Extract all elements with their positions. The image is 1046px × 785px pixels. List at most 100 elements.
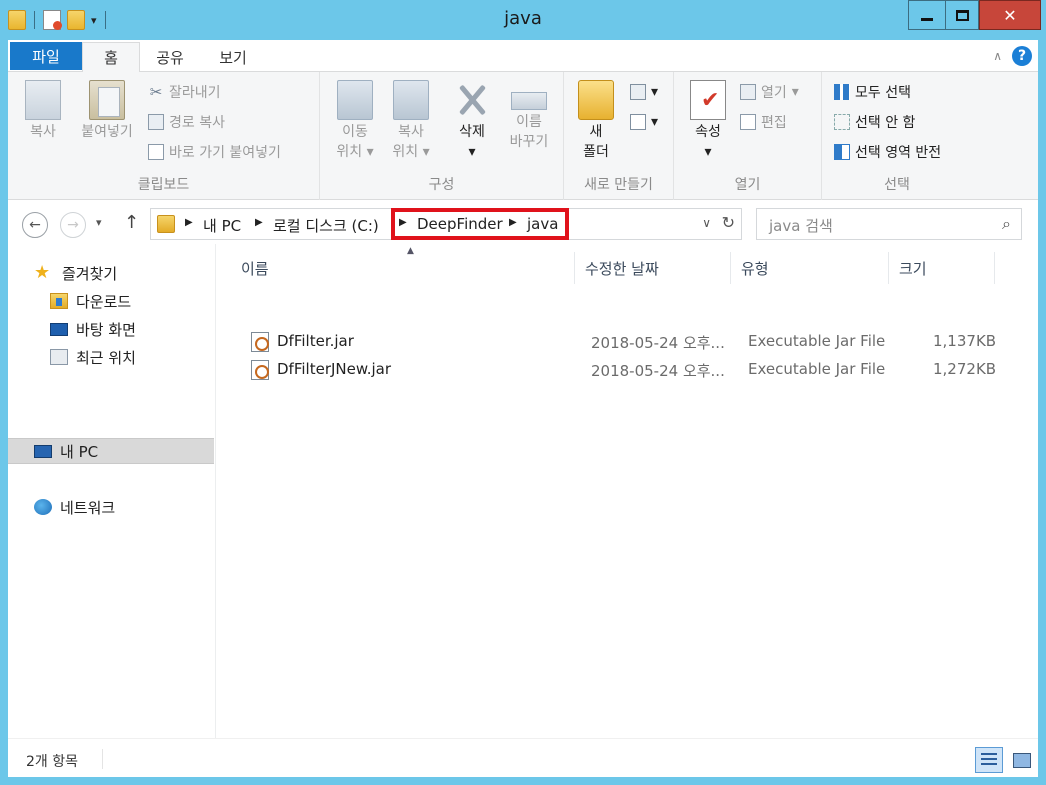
recent-locations-dropdown-icon[interactable]: ▾ — [96, 216, 102, 229]
open-icon — [740, 84, 756, 100]
nav-item-label: 다운로드 — [76, 292, 132, 311]
delete-icon — [454, 80, 490, 120]
breadcrumb-local-disk[interactable]: 로컬 디스크 (C:) — [273, 215, 379, 236]
tab-file[interactable]: 파일 — [10, 42, 82, 70]
select-none-label: 선택 안 함 — [855, 115, 916, 131]
breadcrumb-this-pc[interactable]: 내 PC — [203, 215, 241, 236]
help-icon[interactable]: ? — [1012, 46, 1032, 66]
easy-access-button[interactable]: ▾ — [630, 114, 658, 130]
copy-button[interactable]: 복사 — [22, 80, 64, 142]
nav-item-favorites[interactable]: ★ 즐겨찾기 — [8, 260, 214, 286]
file-size: 1,272KB — [933, 360, 997, 378]
file-date: 2018-05-24 오후... — [591, 362, 725, 380]
file-date: 2018-05-24 오후... — [591, 334, 725, 352]
open-button[interactable]: 열기 ▾ — [740, 82, 799, 102]
status-separator — [102, 749, 103, 769]
cut-button[interactable]: ✂ 잘라내기 — [148, 82, 221, 102]
nav-item-downloads[interactable]: 다운로드 — [8, 288, 214, 314]
select-none-button[interactable]: 선택 안 함 — [834, 112, 915, 132]
column-header-size[interactable]: 크기 — [889, 252, 995, 284]
copy-to-label-2: 위치 ▾ — [392, 144, 430, 160]
copy-to-label: 복사 — [398, 124, 424, 140]
address-bar[interactable]: ▶ 내 PC ▶ 로컬 디스크 (C:) ▶ DeepFinder ▶ java… — [150, 208, 742, 240]
select-group: 모두 선택 선택 안 함 선택 영역 반전 선택 — [822, 72, 972, 200]
forward-arrow-icon: → — [67, 217, 79, 233]
cut-label: 잘라내기 — [169, 85, 221, 101]
column-header-name[interactable]: 이름 — [231, 252, 575, 284]
select-all-button[interactable]: 모두 선택 — [834, 82, 911, 102]
new-folder-button[interactable]: 새 폴더 — [576, 80, 616, 162]
edit-button[interactable]: 편집 — [740, 112, 787, 132]
invert-selection-icon — [834, 144, 850, 160]
scissors-icon: ✂ — [149, 83, 163, 101]
nav-item-label: 바탕 화면 — [76, 320, 136, 339]
organize-group: 이동 위치 ▾ 복사 위치 ▾ 삭제 ▾ 이름 바꾸기 구성 — [320, 72, 564, 200]
close-button[interactable]: ✕ — [979, 0, 1041, 30]
properties-button[interactable]: 속성 ▾ — [686, 80, 730, 162]
column-header-type[interactable]: 유형 — [731, 252, 889, 284]
paste-shortcut-button[interactable]: 바로 가기 붙여넣기 — [148, 142, 281, 162]
copy-to-icon — [393, 80, 429, 120]
highlight-annotation-box — [391, 208, 569, 240]
collapse-ribbon-icon[interactable]: ∧ — [993, 49, 1002, 63]
breadcrumb-arrow-icon[interactable]: ▶ — [185, 217, 193, 228]
file-row[interactable]: DfFilter.jar 2018-05-24 오후... Executable… — [239, 328, 1009, 356]
organize-group-label: 구성 — [428, 177, 455, 193]
breadcrumb-arrow-icon[interactable]: ▶ — [255, 217, 263, 228]
search-icon[interactable]: ⌕ — [1002, 214, 1011, 234]
refresh-icon[interactable]: ↻ — [722, 213, 735, 232]
new-item-button[interactable]: ▾ — [630, 84, 658, 100]
tab-share[interactable]: 공유 — [142, 42, 198, 72]
forward-button[interactable]: → — [60, 212, 86, 238]
address-dropdown-icon[interactable]: ∨ — [702, 216, 711, 230]
maximize-button[interactable] — [945, 0, 979, 30]
invert-selection-button[interactable]: 선택 영역 반전 — [834, 142, 941, 162]
copy-path-icon — [148, 114, 164, 130]
file-list: ▲ 이름 수정한 날짜 유형 크기 DfFilter.jar 2018-05-2… — [217, 244, 1038, 738]
large-icons-view-button[interactable] — [1007, 747, 1035, 773]
column-header-date[interactable]: 수정한 날짜 — [575, 252, 731, 284]
open-label: 열기 — [761, 85, 787, 101]
delete-dropdown-icon: ▾ — [468, 144, 476, 160]
move-to-button[interactable]: 이동 위치 ▾ — [332, 80, 378, 162]
search-input[interactable]: java 검색 — [769, 215, 833, 236]
tab-view[interactable]: 보기 — [204, 42, 262, 72]
nav-item-this-pc[interactable]: 내 PC — [8, 438, 214, 464]
file-row[interactable]: DfFilterJNew.jar 2018-05-24 오후... Execut… — [239, 356, 1009, 384]
easy-access-dropdown-icon: ▾ — [651, 114, 659, 130]
nav-item-label: 즐겨찾기 — [62, 264, 118, 283]
copy-label: 복사 — [30, 124, 56, 140]
select-none-icon — [834, 114, 850, 130]
nav-item-label: 내 PC — [60, 442, 99, 461]
details-view-button[interactable] — [975, 747, 1003, 773]
properties-dropdown-icon: ▾ — [704, 144, 712, 160]
explorer-frame: 파일 홈 공유 보기 ∧ ? 복사 붙여넣기 ✂ 잘라내기 경로 복사 바로 가… — [8, 40, 1038, 777]
minimize-button[interactable] — [908, 0, 946, 30]
rename-button[interactable]: 이름 바꾸기 — [504, 80, 554, 152]
delete-button[interactable]: 삭제 ▾ — [450, 80, 494, 162]
nav-item-desktop[interactable]: 바탕 화면 — [8, 316, 214, 342]
maximize-icon — [955, 9, 969, 21]
copy-path-label: 경로 복사 — [169, 115, 225, 131]
file-name: DfFilterJNew.jar — [277, 360, 392, 378]
tab-home[interactable]: 홈 — [82, 42, 140, 73]
navigation-row: ← → ▾ ↑ ▶ 내 PC ▶ 로컬 디스크 (C:) ▶ DeepFinde… — [8, 200, 1038, 244]
delete-label: 삭제 — [459, 124, 485, 140]
clipboard-group: 복사 붙여넣기 ✂ 잘라내기 경로 복사 바로 가기 붙여넣기 클립보드 — [8, 72, 320, 200]
easy-access-icon — [630, 114, 646, 130]
back-arrow-icon: ← — [29, 217, 41, 233]
search-box[interactable]: java 검색 ⌕ — [756, 208, 1022, 240]
desktop-icon — [50, 322, 68, 336]
copy-to-button[interactable]: 복사 위치 ▾ — [388, 80, 434, 162]
back-button[interactable]: ← — [22, 212, 48, 238]
jar-file-icon — [251, 360, 269, 380]
copy-path-button[interactable]: 경로 복사 — [148, 112, 225, 132]
paste-button[interactable]: 붙여넣기 — [74, 80, 140, 142]
invert-selection-label: 선택 영역 반전 — [855, 145, 942, 161]
select-group-label: 선택 — [884, 177, 910, 193]
up-button[interactable]: ↑ — [124, 212, 139, 233]
network-icon — [34, 499, 52, 515]
properties-icon — [690, 80, 726, 120]
nav-item-recent[interactable]: 최근 위치 — [8, 344, 214, 370]
nav-item-network[interactable]: 네트워크 — [8, 494, 214, 520]
